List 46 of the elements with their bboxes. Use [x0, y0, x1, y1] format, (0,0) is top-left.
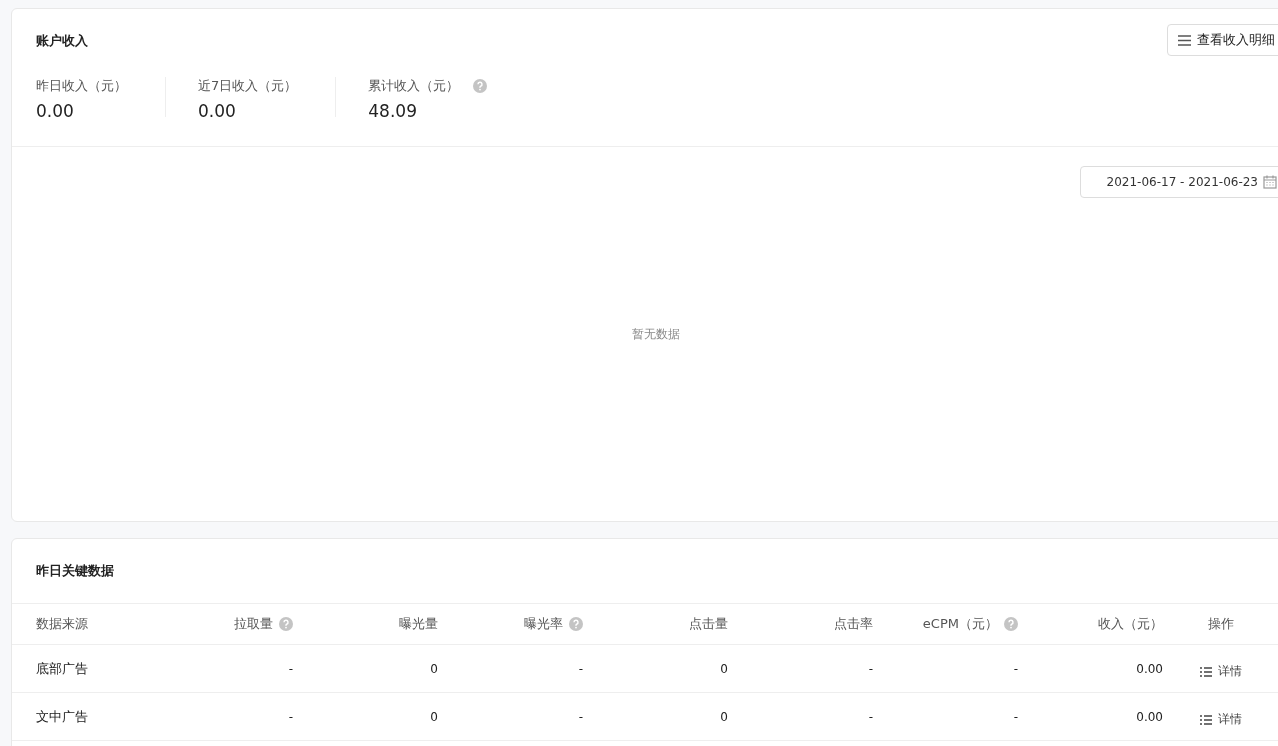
- column-header: 曝光率: [524, 615, 563, 633]
- table-cell: -: [1013, 709, 1018, 724]
- table-cell: -: [578, 661, 583, 676]
- stat-label: 近7日收入（元）: [198, 77, 298, 95]
- table-cell: 0: [720, 709, 728, 724]
- column-header: 拉取量: [234, 615, 273, 633]
- card-title: 昨日关键数据: [36, 562, 115, 580]
- help-icon[interactable]: [1004, 617, 1018, 631]
- column-header: 操作: [1207, 615, 1234, 633]
- table-cell: -: [288, 661, 293, 676]
- list-icon: [1199, 666, 1212, 677]
- table-cell: 0.00: [1136, 661, 1163, 676]
- empty-state-text: 暂无数据: [632, 325, 680, 343]
- help-icon[interactable]: [473, 79, 488, 93]
- column-header: 收入（元）: [1098, 615, 1163, 633]
- date-range-picker[interactable]: 2021-06-17 - 2021-06-23: [1080, 166, 1278, 198]
- calendar-icon: [1263, 175, 1277, 189]
- table-cell: -: [1013, 661, 1018, 676]
- stat-value: 48.09: [368, 101, 418, 121]
- column-header: 曝光量: [399, 615, 438, 633]
- stat-value: 0.00: [198, 101, 237, 121]
- detail-link[interactable]: 详情: [1199, 663, 1242, 680]
- column-header: 点击率: [834, 615, 873, 633]
- table-cell: -: [868, 661, 873, 676]
- stat-label: 累计收入（元）: [368, 77, 460, 95]
- stat-value: 0.00: [36, 101, 75, 121]
- detail-link[interactable]: 详情: [1199, 711, 1242, 728]
- stat-label: 昨日收入（元）: [36, 77, 127, 95]
- table-cell-text: 底部广告: [35, 659, 88, 678]
- income-detail-button[interactable]: 查看收入明细: [1167, 24, 1278, 56]
- table-cell-text: 文中广告: [35, 707, 88, 726]
- column-header: eCPM（元）: [922, 615, 998, 633]
- column-header: 点击量: [689, 615, 728, 633]
- column-header: 数据来源: [36, 615, 88, 633]
- table-cell: -: [288, 709, 293, 724]
- table-cell: 0: [720, 661, 728, 676]
- help-icon[interactable]: [279, 617, 293, 631]
- table-cell: 0: [430, 661, 438, 676]
- card-title: 账户收入: [36, 32, 88, 50]
- table-cell: -: [868, 709, 873, 724]
- help-icon[interactable]: [569, 617, 583, 631]
- menu-icon: [1178, 34, 1191, 46]
- table-cell: 0: [430, 709, 438, 724]
- list-icon: [1199, 714, 1212, 725]
- table-cell: -: [578, 709, 583, 724]
- table-cell: 0.00: [1136, 709, 1163, 724]
